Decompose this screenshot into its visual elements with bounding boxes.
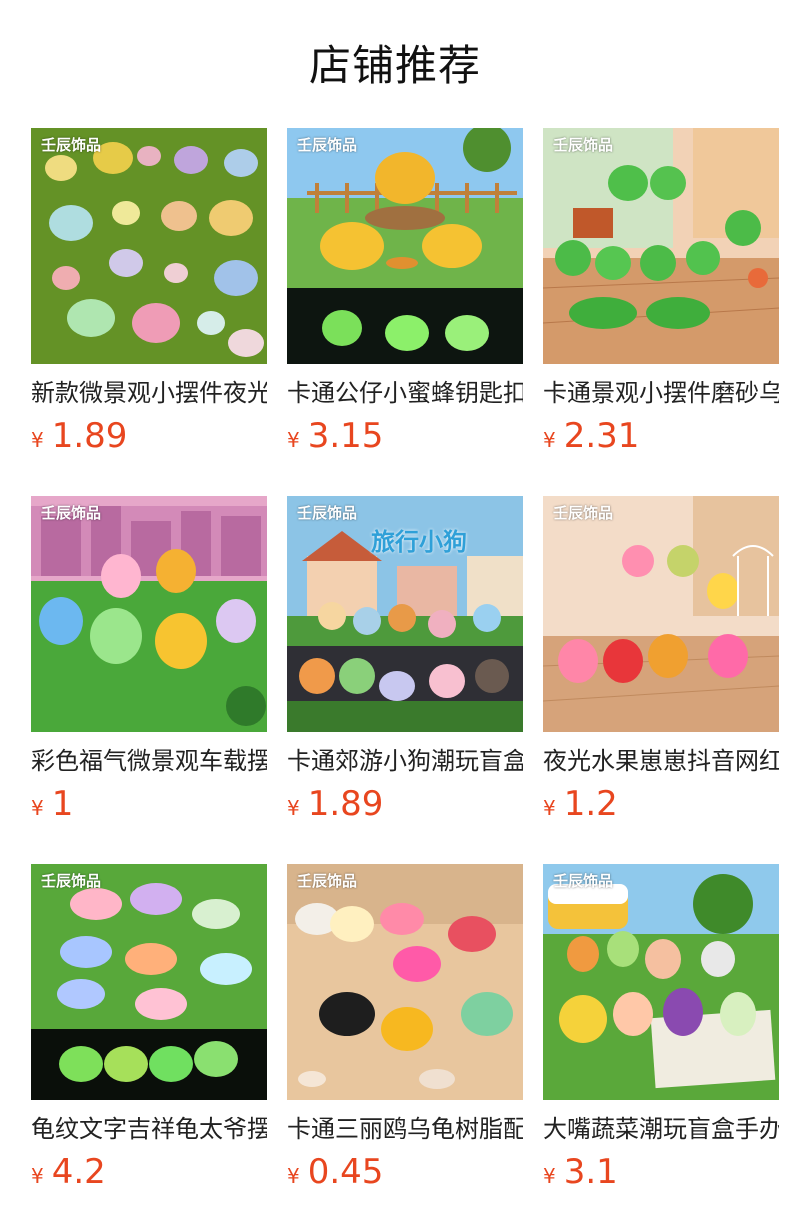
currency-symbol: ¥ (543, 1164, 556, 1188)
price-value: 3.15 (307, 416, 384, 456)
price-value: 2.31 (563, 416, 640, 456)
product-name[interactable]: 新款微景观小摆件夜光 (31, 376, 267, 410)
brand-watermark: 壬辰饰品 (41, 504, 102, 522)
product-card[interactable]: 壬辰饰品 彩色福气微景观车载摆件 ¥1 (31, 496, 267, 864)
product-image[interactable]: 壬辰饰品 (287, 128, 523, 364)
product-price: ¥2.31 (543, 416, 779, 456)
product-image[interactable]: 壬辰饰品 (31, 128, 267, 364)
brand-watermark: 壬辰饰品 (553, 504, 614, 522)
product-name[interactable]: 彩色福气微景观车载摆件 (31, 744, 267, 778)
product-price: ¥3.15 (287, 416, 523, 456)
price-value: 1.89 (307, 784, 384, 824)
currency-symbol: ¥ (543, 428, 556, 452)
product-card[interactable]: 壬辰饰品 大嘴蔬菜潮玩盲盒手办 ¥3.1 (543, 864, 779, 1232)
product-price: ¥3.1 (543, 1152, 779, 1192)
product-card[interactable]: 壬辰饰品 夜光水果崽崽抖音网红 ¥1.2 (543, 496, 779, 864)
product-price: ¥1.2 (543, 784, 779, 824)
product-name[interactable]: 卡通三丽鸥乌龟树脂配件 (287, 1112, 523, 1146)
brand-watermark: 壬辰饰品 (553, 136, 614, 154)
product-name[interactable]: 夜光水果崽崽抖音网红 (543, 744, 779, 778)
price-value: 1.2 (563, 784, 618, 824)
price-value: 1 (51, 784, 74, 824)
product-grid: 壬辰饰品 新款微景观小摆件夜光 ¥1.89 壬辰饰品 卡通公仔小蜜蜂钥匙扣 ¥ … (31, 128, 779, 1232)
product-name[interactable]: 卡通景观小摆件磨砂乌龟 (543, 376, 779, 410)
brand-watermark: 壬辰饰品 (41, 136, 102, 154)
currency-symbol: ¥ (543, 796, 556, 820)
product-name[interactable]: 卡通公仔小蜜蜂钥匙扣 (287, 376, 523, 410)
product-card[interactable]: 壬辰饰品 新款微景观小摆件夜光 ¥1.89 (31, 128, 267, 496)
currency-symbol: ¥ (287, 428, 300, 452)
store-recommendation-page: 店铺推荐 壬辰饰品 新款微景观小摆件夜光 ¥ 1.89 壬辰饰品 卡通公仔小蜜蜂… (0, 0, 790, 1232)
product-card[interactable]: 壬辰饰品 旅行小狗 卡通郊游小狗潮玩盲盒 ¥1.89 (287, 496, 523, 864)
brand-watermark: 壬辰饰品 (297, 872, 358, 890)
brand-watermark: 壬辰饰品 (553, 872, 614, 890)
currency-symbol: ¥ (287, 1164, 300, 1188)
currency-symbol: ¥ (287, 796, 300, 820)
product-name[interactable]: 龟纹文字吉祥龟太爷摆件 (31, 1112, 267, 1146)
product-price: ¥1.89 (31, 416, 267, 456)
currency-symbol: ¥ (31, 796, 44, 820)
product-card[interactable]: 壬辰饰品 卡通三丽鸥乌龟树脂配件 ¥0.45 (287, 864, 523, 1232)
product-card[interactable]: 壬辰饰品 卡通公仔小蜜蜂钥匙扣 ¥3.15 (287, 128, 523, 496)
price-value: 4.2 (51, 1152, 106, 1192)
brand-watermark: 壬辰饰品 (297, 136, 358, 154)
product-price: ¥0.45 (287, 1152, 523, 1192)
product-price: ¥4.2 (31, 1152, 267, 1192)
product-image[interactable]: 壬辰饰品 (31, 864, 267, 1100)
currency-symbol: ¥ (31, 1164, 44, 1188)
currency-symbol: ¥ (31, 428, 44, 452)
product-name[interactable]: 卡通郊游小狗潮玩盲盒 (287, 744, 523, 778)
price-value: 1.89 (51, 416, 128, 456)
product-name[interactable]: 大嘴蔬菜潮玩盲盒手办 (543, 1112, 779, 1146)
price-value: 0.45 (307, 1152, 384, 1192)
product-price: ¥1.89 (287, 784, 523, 824)
price-value: 3.1 (563, 1152, 618, 1192)
product-card[interactable]: 壬辰饰品 龟纹文字吉祥龟太爷摆件 ¥4.2 (31, 864, 267, 1232)
product-image[interactable]: 壬辰饰品 (31, 496, 267, 732)
page-title: 店铺推荐 (308, 41, 481, 90)
image-overlay-text: 旅行小狗 (371, 528, 467, 556)
product-image[interactable]: 壬辰饰品 (543, 864, 779, 1100)
product-price: ¥1 (31, 784, 267, 824)
product-image[interactable]: 壬辰饰品 (543, 496, 779, 732)
brand-watermark: 壬辰饰品 (41, 872, 102, 890)
product-image[interactable]: 壬辰饰品 旅行小狗 (287, 496, 523, 732)
product-card[interactable]: 壬辰饰品 卡通景观小摆件磨砂乌龟 ¥2.31 (543, 128, 779, 496)
brand-watermark: 壬辰饰品 (297, 504, 358, 522)
product-image[interactable]: 壬辰饰品 (543, 128, 779, 364)
product-image[interactable]: 壬辰饰品 (287, 864, 523, 1100)
